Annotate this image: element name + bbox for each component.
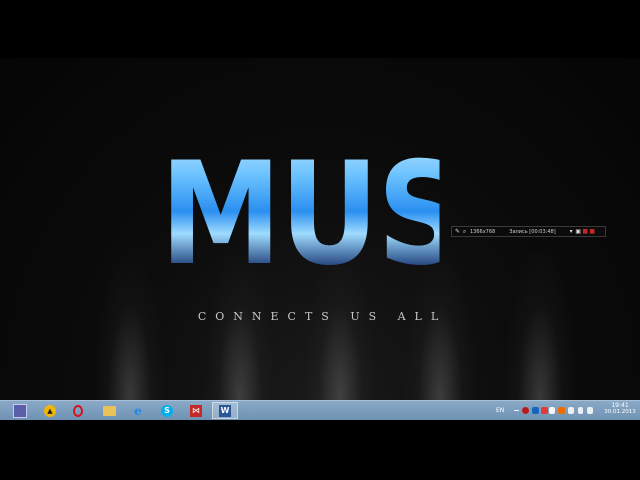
magnifier-icon[interactable]: ⌕ (461, 228, 468, 235)
letterbox-top (0, 0, 640, 58)
language-indicator[interactable]: EN (496, 407, 504, 414)
taskbar-app-visual-studio[interactable]: ⋈ (185, 402, 207, 419)
stop-icon[interactable]: ■ (589, 228, 596, 235)
wallpaper-music-title: MUSIC (160, 122, 597, 308)
taskbar-app-save[interactable] (9, 402, 31, 419)
flag-icon[interactable] (549, 407, 555, 414)
floppy-icon (13, 403, 27, 418)
recording-resolution: 1366x768 (470, 228, 496, 235)
message-icon[interactable] (587, 407, 593, 414)
record-icon[interactable] (522, 407, 529, 414)
wallpaper-tagline: CONNECTS US ALL (197, 310, 448, 323)
aimp-icon: ▲ (44, 404, 56, 417)
letterbox-bottom (0, 420, 640, 480)
taskbar-app-word[interactable]: W (212, 402, 238, 419)
taskbar-app-skype[interactable]: S (156, 402, 178, 419)
network-icon[interactable] (568, 407, 574, 414)
clock-date: 30.01.2013 (604, 409, 636, 415)
ie-icon: e (134, 403, 142, 418)
chevron-down-icon[interactable]: ▾ (568, 228, 575, 235)
pencil-icon[interactable]: ✎ (454, 228, 461, 235)
word-icon: W (219, 404, 231, 417)
spotlight (95, 250, 165, 400)
taskbar-app-internet-explorer[interactable]: e (127, 402, 149, 419)
taskbar-app-aimp[interactable]: ▲ (39, 402, 61, 419)
screen-recorder-toolbar[interactable]: ✎ ⌕ 1366x768 Запись [00:03:48] ▾ ▣ ■ ■ (451, 226, 606, 237)
folder-icon (102, 405, 116, 416)
tray-app-icon[interactable] (558, 407, 565, 414)
skype-icon: S (161, 404, 173, 417)
volume-icon[interactable] (578, 407, 583, 414)
clock-time: 19:41 (611, 402, 629, 409)
taskbar: ▲ e S ⋈ W EN (0, 400, 640, 420)
opera-icon (73, 404, 83, 417)
tray-app-icon[interactable] (532, 407, 539, 414)
pause-icon[interactable]: ■ (582, 228, 589, 235)
tray-app-icon[interactable] (541, 407, 548, 414)
taskbar-app-opera[interactable] (67, 402, 89, 419)
taskbar-app-file-explorer[interactable] (98, 402, 120, 419)
show-hidden-icons-icon[interactable] (514, 410, 519, 411)
recording-status: Запись [00:03:48] (509, 228, 556, 235)
taskbar-clock[interactable]: 19:41 30.01.2013 (602, 402, 638, 416)
vs-icon: ⋈ (190, 404, 202, 417)
camera-icon[interactable]: ▣ (575, 228, 582, 235)
